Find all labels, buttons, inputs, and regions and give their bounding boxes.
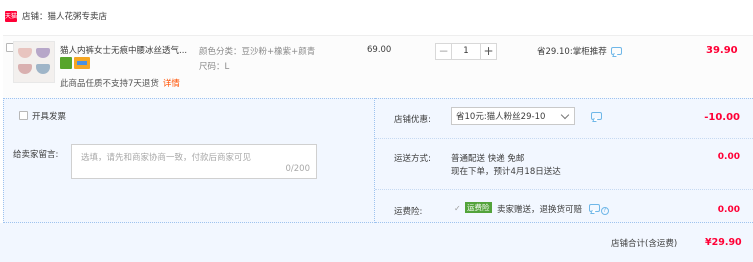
- no-return-text: 此商品任质不支持7天退货: [60, 79, 159, 89]
- quantity-input[interactable]: 1: [452, 43, 480, 60]
- promo-text: 省29.10:掌柜推荐: [537, 47, 607, 57]
- message-textarea[interactable]: 选填，请先和商家协商一致，付款后商家可见 0/200: [71, 144, 317, 179]
- shop-header: 天猫 店铺：猫人花粥专卖店: [0, 0, 753, 32]
- item-subtotal: 39.90: [706, 45, 738, 56]
- service-card-icon: [74, 57, 90, 69]
- coupon-label: 店铺优惠:: [394, 115, 431, 125]
- tmall-badge-icon: 天猫: [5, 10, 18, 22]
- help-icon[interactable]: ?: [600, 207, 609, 215]
- total-value: ¥29.90: [705, 237, 742, 248]
- quantity-stepper: − 1 +: [435, 43, 497, 60]
- details-link[interactable]: 详情: [163, 79, 180, 89]
- service-icons: [60, 57, 90, 69]
- quantity-minus-button[interactable]: −: [435, 43, 452, 60]
- service-green-icon: [60, 57, 72, 69]
- coupon-selected-value: 省10元:猫人粉丝29-10: [456, 112, 546, 122]
- product-thumbnail[interactable]: [13, 41, 55, 83]
- coupon-select[interactable]: 省10元:猫人粉丝29-10: [451, 107, 575, 125]
- no-return-notice: 此商品任质不支持7天退货 详情: [60, 77, 180, 89]
- invoice-label[interactable]: 开具发票: [32, 110, 66, 122]
- invoice-checkbox[interactable]: [19, 111, 28, 120]
- quantity-plus-button[interactable]: +: [480, 43, 497, 60]
- coupon-discount: -10.00: [704, 112, 740, 123]
- message-placeholder: 选填，请先和商家协商一致，付款后商家可见: [81, 153, 252, 163]
- message-counter: 0/200: [285, 164, 311, 174]
- shipping-label: 运送方式:: [394, 154, 431, 164]
- divider: [375, 189, 753, 190]
- insurance-text: 卖家赠送，退换货可赔: [497, 205, 583, 215]
- shipping-fee: 0.00: [717, 152, 740, 162]
- spec-color: 颜色分类：豆沙粉+橡紫+颜青: [199, 47, 316, 57]
- chat-icon[interactable]: [610, 47, 622, 55]
- shop-name-link[interactable]: 店铺：猫人花粥专卖店: [22, 10, 107, 22]
- order-summary-panel: 店铺优惠: 省10元:猫人粉丝29-10 -10.00 运送方式: 普通配送 快…: [375, 98, 753, 223]
- insurance-description: 卖家赠送，退换货可赔 ?: [497, 203, 609, 215]
- shipping-estimate: 现在下单，预计4月18日送达: [451, 167, 561, 177]
- promo-info: 省29.10:掌柜推荐: [537, 45, 622, 57]
- chat-icon[interactable]: [591, 112, 602, 120]
- message-label: 给卖家留言:: [13, 150, 59, 160]
- insurance-fee: 0.00: [717, 205, 740, 215]
- spec-size: 尺码：L: [199, 62, 230, 72]
- cart-item-row: 猫人内裤女士无痕中腰冰丝透气... 此商品任质不支持7天退货 详情 颜色分类：豆沙…: [3, 35, 753, 98]
- chat-icon[interactable]: [588, 204, 600, 212]
- divider: [375, 138, 753, 139]
- shipping-method: 普通配送 快递 免邮: [451, 154, 525, 164]
- invoice-message-panel: 开具发票 给卖家留言: 选填，请先和商家协商一致，付款后商家可见 0/200: [3, 98, 375, 223]
- total-bar: 店铺合计(含运费) ¥29.90: [0, 223, 753, 262]
- chevron-down-icon: [560, 110, 570, 120]
- total-label: 店铺合计(含运费): [611, 239, 678, 249]
- insurance-label: 运费险:: [394, 207, 423, 217]
- insurance-badge: 运费险: [465, 202, 492, 213]
- product-title-link[interactable]: 猫人内裤女士无痕中腰冰丝透气...: [60, 44, 196, 56]
- unit-price: 69.00: [367, 45, 392, 55]
- insurance-check-icon: ✓: [454, 204, 461, 213]
